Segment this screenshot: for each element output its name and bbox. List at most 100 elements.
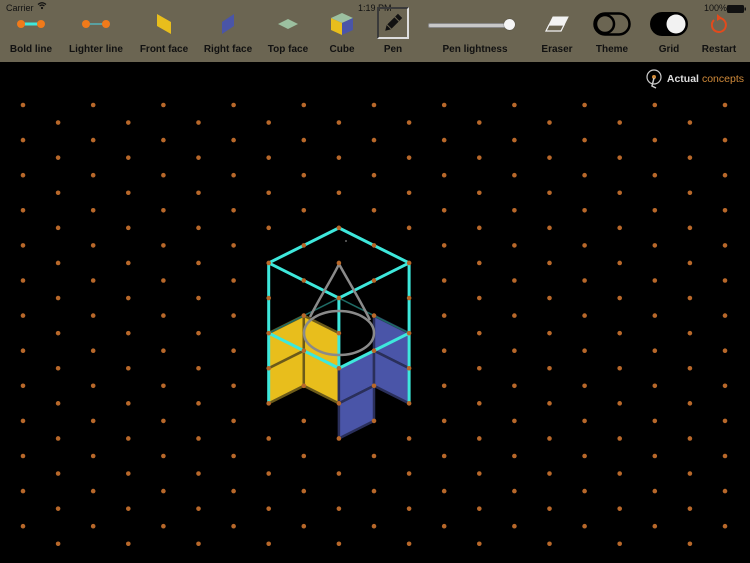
- grid-dot: [336, 225, 342, 231]
- grid-dot: [582, 488, 587, 494]
- grid-dot: [371, 137, 377, 143]
- lighter-line-tool[interactable]: Lighter line: [61, 8, 131, 55]
- grid-dot: [652, 278, 658, 283]
- grid-dot: [512, 313, 517, 318]
- grid-dot: [126, 436, 131, 441]
- grid-dot: [126, 365, 131, 371]
- grid-dot: [231, 208, 236, 213]
- logo-word-concepts: concepts: [701, 73, 744, 85]
- grid-dot: [582, 137, 587, 143]
- restart-tool[interactable]: Restart: [684, 8, 750, 55]
- grid-dot: [336, 295, 342, 301]
- front-face-tool[interactable]: Front face: [129, 8, 199, 55]
- bold-line-tool[interactable]: Bold line: [0, 8, 66, 55]
- grid-dot: [196, 541, 201, 547]
- grid-dot: [547, 541, 552, 547]
- restart-label: Restart: [701, 44, 737, 55]
- grid-dot: [196, 190, 201, 196]
- grid-dot: [441, 278, 447, 283]
- grid-dot: [231, 453, 236, 459]
- grid-dot: [652, 102, 658, 108]
- grid-dot: [301, 453, 307, 459]
- grid-dot: [547, 506, 552, 511]
- grid-dot: [371, 453, 377, 459]
- grid-dot: [582, 523, 587, 529]
- grid-dot: [547, 225, 552, 231]
- grid-dot: [20, 278, 26, 283]
- grid-dot: [336, 541, 342, 547]
- grid-dot: [55, 120, 61, 125]
- grid-dot: [722, 243, 728, 248]
- pen-lightness-label: Pen lightness: [442, 44, 508, 55]
- grid-dot: [55, 506, 61, 511]
- grid-toggle-icon: [650, 12, 688, 36]
- grid-dot: [20, 488, 26, 494]
- grid-dot: [652, 418, 658, 424]
- grid-dot: [687, 506, 693, 511]
- pen-lightness-tool: Pen lightness: [440, 8, 510, 55]
- grid-dot: [20, 418, 26, 424]
- grid-dot: [196, 436, 201, 441]
- grid-dot: [196, 365, 201, 371]
- grid-dot: [512, 348, 517, 354]
- grid-dot: [617, 365, 622, 371]
- grid-dot: [301, 102, 307, 108]
- grid-dot: [512, 102, 517, 108]
- grid-dot: [722, 278, 728, 283]
- grid-dot: [55, 295, 61, 301]
- grid-dot: [371, 488, 377, 494]
- grid-dot: [266, 295, 272, 301]
- grid-dot: [582, 102, 587, 108]
- grid-dot: [582, 313, 587, 318]
- grid-dot: [90, 418, 96, 424]
- grid-dot: [406, 295, 412, 301]
- grid-dot: [266, 436, 272, 441]
- grid-dot: [617, 260, 622, 266]
- grid-dot: [477, 120, 482, 125]
- grid-dot: [687, 436, 693, 441]
- grid-dot: [652, 348, 658, 354]
- grid-dot: [441, 453, 447, 459]
- grid-dot: [301, 278, 307, 283]
- grid-dot: [231, 418, 236, 424]
- grid-dot: [617, 330, 622, 336]
- grid-dot: [652, 313, 658, 318]
- grid-dot: [161, 383, 166, 389]
- grid-dot: [722, 172, 728, 178]
- grid-dot: [687, 225, 693, 231]
- grid-dot: [547, 295, 552, 301]
- drawing-canvas[interactable]: [0, 62, 750, 563]
- grid-dot: [441, 208, 447, 213]
- grid-dot: [266, 471, 272, 476]
- eraser-icon: [545, 16, 569, 32]
- grid-dot: [512, 453, 517, 459]
- grid-dot: [20, 383, 26, 389]
- grid-dot: [512, 278, 517, 283]
- eraser-label: Eraser: [541, 44, 573, 55]
- grid-dot: [582, 172, 587, 178]
- grid-dot: [161, 102, 166, 108]
- grid-dot: [161, 208, 166, 213]
- grid-dot: [231, 523, 236, 529]
- grid-dot: [617, 225, 622, 231]
- grid-dot: [652, 172, 658, 178]
- grid-dot: [477, 190, 482, 196]
- grid-dot: [55, 260, 61, 266]
- grid-dot: [196, 506, 201, 511]
- grid-dot: [55, 365, 61, 371]
- grid-dot: [20, 137, 26, 143]
- grid-dot: [406, 155, 412, 160]
- grid-dot: [231, 278, 236, 283]
- grid-dot: [301, 383, 307, 389]
- grid-dot: [161, 137, 166, 143]
- grid-dot: [441, 523, 447, 529]
- grid-dot: [547, 436, 552, 441]
- grid-dot: [266, 365, 272, 371]
- grid-dot: [512, 243, 517, 248]
- grid-dot: [371, 418, 377, 424]
- pen-tool[interactable]: Pen: [358, 7, 428, 55]
- grid-dot: [477, 295, 482, 301]
- grid-dot: [196, 260, 201, 266]
- grid-dot: [55, 225, 61, 231]
- grid-dot: [266, 120, 272, 125]
